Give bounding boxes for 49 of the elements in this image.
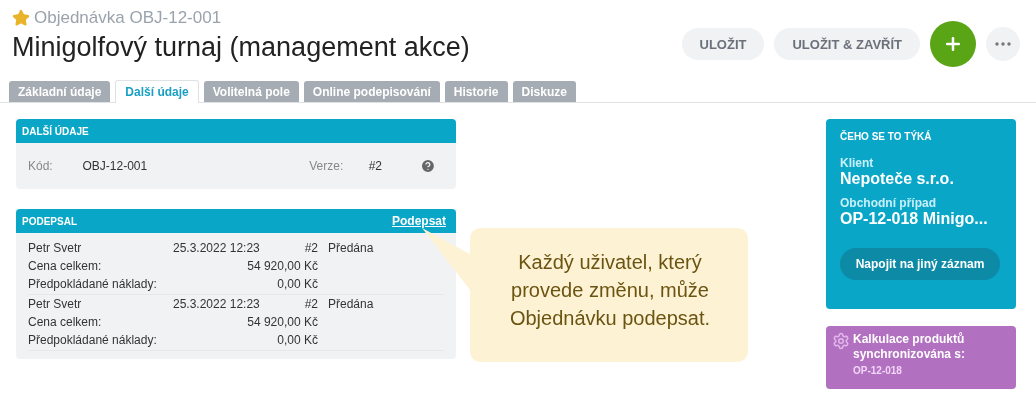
tab[interactable]: Online podepisování <box>303 81 440 102</box>
status-text: Předána <box>327 240 375 257</box>
page-title: Minigolfový turnaj (management akce) <box>12 32 470 63</box>
related-label: Obchodní případ <box>840 196 937 210</box>
related-label: Klient <box>840 156 875 170</box>
star-icon[interactable] <box>12 9 30 27</box>
amount-value: 0,00 Kč <box>276 276 318 293</box>
status-text: Předána <box>327 296 375 313</box>
signer-name: Petr Svetr <box>28 240 83 257</box>
version-number: #2 <box>303 240 318 257</box>
sync-reference[interactable]: OP-12-018 <box>853 365 1003 376</box>
gear-icon <box>832 332 850 350</box>
signed-date: 25.3.2022 12:23 <box>173 240 261 257</box>
tab[interactable]: Historie <box>444 81 508 102</box>
amount-label: Cena celkem: <box>28 258 103 275</box>
card-title: ČEHO SE TO TÝKÁ <box>840 131 933 142</box>
ellipsis-icon <box>995 42 1011 46</box>
amount-label: Předpokládané náklady: <box>28 332 158 349</box>
tab[interactable]: Diskuze <box>512 81 576 102</box>
plus-icon <box>943 34 963 54</box>
related-value: OP-12-018 Minigo... <box>840 210 989 228</box>
action-button[interactable]: ULOŽIT & ZAVŘÍT <box>774 28 920 60</box>
field-label: Verze: <box>309 159 345 173</box>
related-value: Nepoteče s.r.o. <box>840 170 955 188</box>
tab[interactable]: Základní údaje <box>9 81 111 102</box>
tab[interactable]: Další údaje <box>115 80 199 103</box>
add-button[interactable] <box>930 21 976 67</box>
more-button[interactable] <box>986 27 1020 61</box>
record-subtitle: Objednávka OBJ-12-001 <box>34 8 222 28</box>
action-button[interactable]: ULOŽIT <box>681 28 765 60</box>
field-value: #2 <box>368 159 384 173</box>
link-record-button[interactable]: Napojit na jiný záznam <box>840 248 1000 280</box>
panel-title: DALŠÍ ÚDAJE <box>22 125 89 137</box>
sync-title: Kalkulace produktů synchronizována s: <box>853 332 967 362</box>
field-label: Kód: <box>28 159 54 173</box>
amount-label: Cena celkem: <box>28 314 103 331</box>
tab[interactable]: Volitelná pole <box>203 81 299 102</box>
sign-link[interactable]: Podepsat <box>392 214 446 228</box>
amount-label: Předpokládané náklady: <box>28 276 158 293</box>
version-number: #2 <box>303 296 318 313</box>
signed-date: 25.3.2022 12:23 <box>173 296 261 313</box>
help-icon[interactable] <box>420 158 436 174</box>
amount-value: 0,00 Kč <box>276 332 318 349</box>
amount-value: 54 920,00 Kč <box>246 258 318 275</box>
callout-text: Každý uživatel, který provede změnu, může Objednávku podepsat. <box>508 250 712 331</box>
field-value: OBJ-12-001 <box>82 159 149 173</box>
signer-name: Petr Svetr <box>28 296 83 313</box>
panel-title: PODEPSAL <box>22 215 77 227</box>
amount-value: 54 920,00 Kč <box>246 314 318 331</box>
